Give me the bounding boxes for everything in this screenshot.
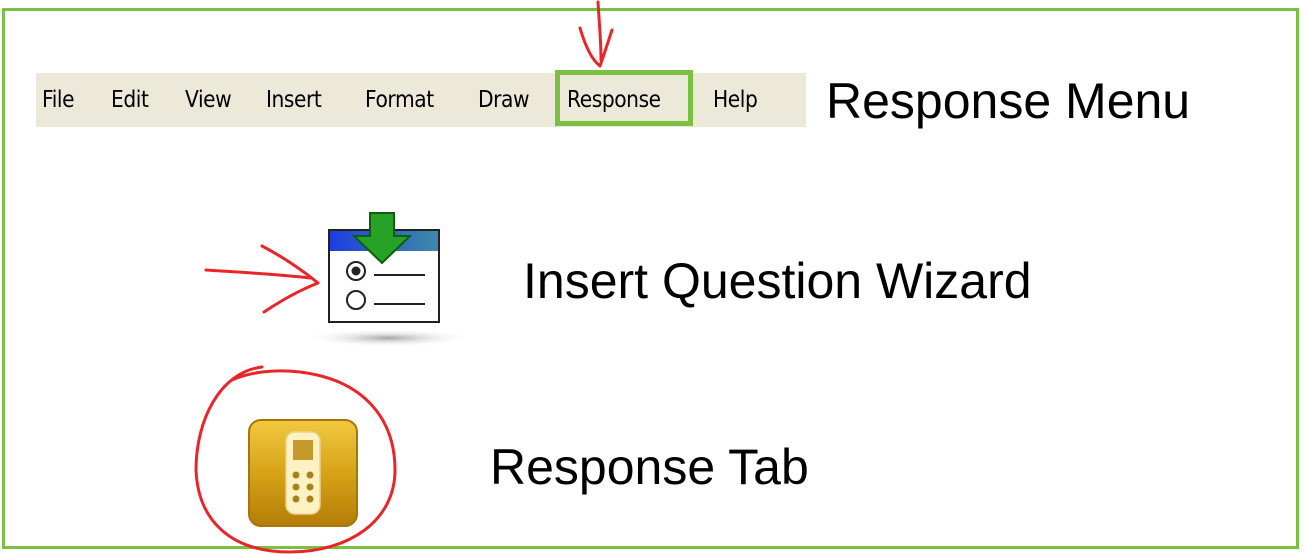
insert-question-wizard-icon[interactable] [303, 208, 473, 348]
response-menu-caption: Response Menu [826, 73, 1191, 129]
menu-item-help[interactable]: Help [713, 73, 758, 127]
response-tab-clicker-icon[interactable] [248, 419, 358, 527]
menu-item-file[interactable]: File [42, 73, 75, 127]
response-tab-caption: Response Tab [490, 439, 809, 495]
insert-question-wizard-caption: Insert Question Wizard [523, 253, 1032, 309]
menu-item-edit[interactable]: Edit [111, 73, 149, 127]
menu-item-format[interactable]: Format [365, 73, 434, 127]
menu-item-draw[interactable]: Draw [478, 73, 530, 127]
response-menu-highlight [555, 70, 693, 126]
menu-item-insert[interactable]: Insert [266, 73, 322, 127]
menu-item-view[interactable]: View [185, 73, 232, 127]
